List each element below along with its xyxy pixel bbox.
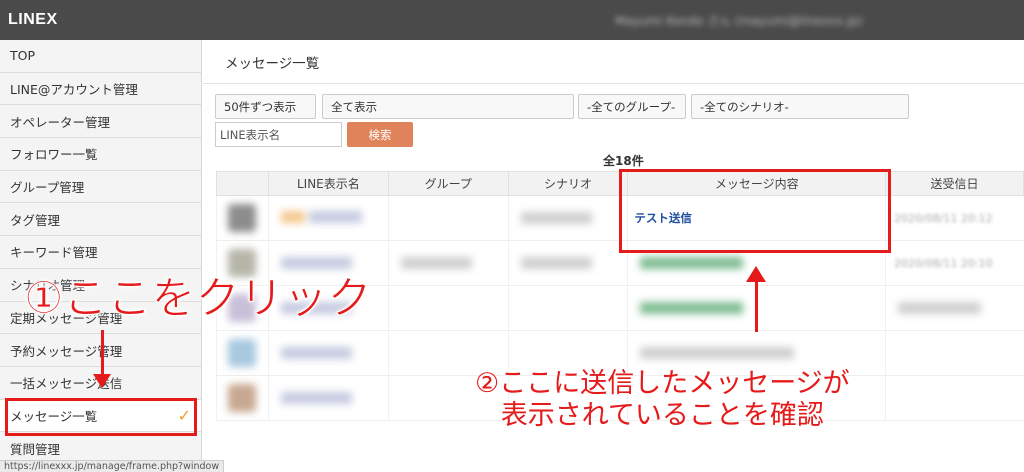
- scenario-cell: [507, 195, 628, 241]
- group-select[interactable]: -全てのグループ-: [578, 94, 686, 119]
- search-button[interactable]: 検索: [347, 122, 413, 147]
- user-info: Mayumi Kondo さん (mayumi@linexxx.jp): [615, 10, 1015, 30]
- total-count: 全18件: [603, 154, 644, 168]
- avatar: [216, 375, 269, 421]
- sidebar-item-label: タグ管理: [10, 212, 61, 228]
- line-name-search-input[interactable]: LINE表示名: [215, 122, 342, 147]
- sidebar-item-label: 質問管理: [10, 441, 61, 457]
- sidebar-item-label: グループ管理: [10, 180, 85, 196]
- sidebar-item-followers[interactable]: フォロワー一覧: [0, 138, 201, 171]
- group-cell: [387, 195, 509, 241]
- column-header-date[interactable]: 送受信日: [885, 171, 1024, 196]
- sidebar-item-label: TOP: [10, 48, 36, 64]
- avatar: [216, 195, 269, 241]
- group-cell: [387, 285, 509, 331]
- arrow-down-icon: [93, 374, 111, 388]
- date-cell: [885, 285, 1024, 331]
- scenario-cell: [507, 240, 628, 286]
- sidebar-item-label: キーワード管理: [10, 245, 98, 261]
- line-name-cell: [267, 330, 389, 376]
- user-info-text: Mayumi Kondo さん (mayumi@linexxx.jp): [615, 13, 863, 28]
- sidebar-item-line-account[interactable]: LINE@アカウント管理: [0, 72, 201, 106]
- top-bar: LINEX Mayumi Kondo さん (mayumi@linexxx.jp…: [0, 0, 1024, 40]
- avatar: [216, 330, 269, 376]
- arrow-up-shaft: [755, 280, 758, 332]
- sidebar-item-label: LINE@アカウント管理: [10, 82, 138, 98]
- status-bar-url: https://linexxx.jp/manage/frame.php?wind…: [0, 460, 225, 472]
- date-cell: 2020/08/11 20:10: [885, 240, 1024, 286]
- brand-logo[interactable]: LINEX: [8, 11, 58, 29]
- column-header-line-name[interactable]: LINE表示名: [267, 171, 389, 196]
- column-header-avatar: [216, 171, 269, 196]
- scenario-cell: [507, 285, 628, 331]
- highlight-box-sidebar: [5, 398, 197, 436]
- group-cell: [387, 240, 509, 286]
- sidebar-item-tags[interactable]: タグ管理: [0, 203, 201, 237]
- annotation-step2-line1: ②ここに送信したメッセージが: [475, 368, 850, 399]
- annotation-step1: ①ここをクリック: [23, 273, 372, 325]
- display-all-button[interactable]: 全て表示: [322, 94, 574, 119]
- line-name-cell: [267, 195, 389, 241]
- line-name-cell: [267, 375, 389, 421]
- per-page-button[interactable]: 50件ずつ表示: [215, 94, 316, 119]
- date-cell: [885, 375, 1024, 421]
- page-title: メッセージ一覧: [203, 40, 1024, 84]
- sidebar-item-label: オペレーター管理: [10, 114, 111, 130]
- annotation-step2: ②ここに送信したメッセージが 表示されていることを確認: [475, 368, 850, 432]
- arrow-down-shaft: [101, 330, 104, 376]
- column-header-group[interactable]: グループ: [387, 171, 509, 196]
- scenario-select[interactable]: -全てのシナリオ-: [691, 94, 909, 119]
- sidebar-item-operators[interactable]: オペレーター管理: [0, 105, 201, 139]
- sidebar-item-label: フォロワー一覧: [10, 147, 98, 163]
- sidebar-item-label: 予約メッセージ管理: [10, 343, 123, 359]
- annotation-step2-line2: 表示されていることを確認: [500, 400, 824, 431]
- sidebar-item-groups[interactable]: グループ管理: [0, 170, 201, 204]
- sidebar-item-top[interactable]: TOP: [0, 40, 201, 73]
- highlight-box-message: [619, 169, 891, 253]
- date-cell: 2020/08/11 20:12: [885, 195, 1024, 241]
- date-cell: [885, 330, 1024, 376]
- column-header-scenario[interactable]: シナリオ: [507, 171, 629, 196]
